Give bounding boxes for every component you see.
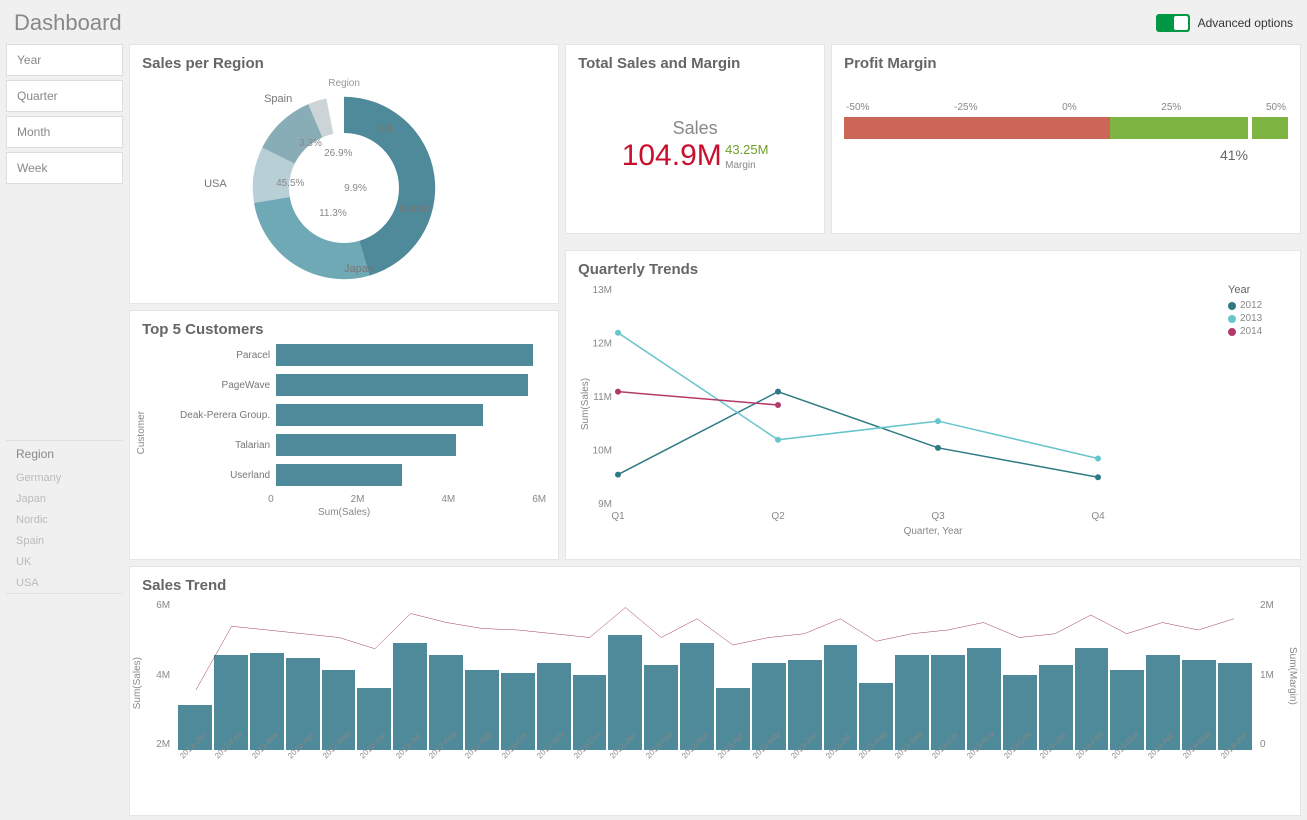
- region-filter-title: Region: [6, 441, 123, 467]
- page-title: Dashboard: [14, 10, 122, 36]
- svg-text:Q1: Q1: [611, 511, 625, 522]
- filter-year[interactable]: Year: [6, 44, 123, 76]
- card-title: Sales Trend: [142, 577, 1288, 594]
- x-tick: 6M: [532, 494, 546, 505]
- region-item[interactable]: Germany: [6, 467, 123, 488]
- filter-month[interactable]: Month: [6, 116, 123, 148]
- filter-week[interactable]: Week: [6, 152, 123, 184]
- svg-text:Sum(Sales): Sum(Sales): [580, 378, 591, 430]
- x-tick: 0: [268, 494, 274, 505]
- region-item[interactable]: Japan: [6, 488, 123, 509]
- gauge-chart[interactable]: -50% -25% 0% 25% 50% 41%: [844, 102, 1288, 163]
- hbar-chart[interactable]: Paracel PageWave Deak-Perera Group. Tala…: [142, 344, 546, 486]
- hbar[interactable]: [276, 374, 528, 396]
- hbar[interactable]: [276, 404, 483, 426]
- y-tick: 2M: [156, 739, 170, 750]
- donut-legend-title: Region: [142, 78, 546, 89]
- svg-text:11M: 11M: [593, 392, 612, 403]
- legend-item[interactable]: 2012: [1228, 300, 1288, 311]
- y-axis-label: Customer: [136, 411, 147, 454]
- donut-slice-pct: 45.5%: [276, 178, 304, 189]
- donut-chart[interactable]: USA45.5%UK26.9%Nordic9.9%Japan11.3%Spain…: [249, 93, 439, 283]
- y2-tick: 2M: [1260, 600, 1288, 611]
- card-quarterly-trends: Quarterly Trends 9M 10M 11M 12M 13M Q1 Q2 Q3 Q4 S…: [565, 250, 1301, 560]
- y2-axis-label: Sum(Margin): [1287, 647, 1298, 705]
- gauge-tick: 25%: [1161, 102, 1181, 113]
- legend-item[interactable]: 2013: [1228, 313, 1288, 324]
- donut-slice-pct: 26.9%: [324, 148, 352, 159]
- donut-slice-label: USA: [204, 178, 227, 190]
- donut-slice-label: Japan: [344, 263, 374, 275]
- donut-slice-label: UK: [379, 123, 394, 135]
- y2-tick: 0: [1260, 739, 1288, 750]
- svg-text:12M: 12M: [593, 339, 612, 350]
- filter-quarter[interactable]: Quarter: [6, 80, 123, 112]
- hbar[interactable]: [276, 434, 456, 456]
- svg-text:Q2: Q2: [771, 511, 785, 522]
- region-item[interactable]: USA: [6, 572, 123, 593]
- advanced-options-label: Advanced options: [1198, 16, 1293, 30]
- gauge-tick: -50%: [846, 102, 869, 113]
- gauge-value: 41%: [844, 147, 1288, 163]
- card-profit-margin: Profit Margin -50% -25% 0% 25% 50% 41%: [831, 44, 1301, 234]
- trend-bar[interactable]: [608, 635, 642, 750]
- donut-slice-pct: 11.3%: [319, 208, 347, 219]
- kpi-sales-label: Sales: [578, 118, 812, 139]
- gauge-tick: 0%: [1062, 102, 1076, 113]
- trend-bar[interactable]: [824, 645, 858, 750]
- kpi-sales-value: 104.9M: [622, 139, 722, 173]
- region-filter-panel: Region GermanyJapanNordicSpainUKUSA: [6, 440, 123, 594]
- hbar-label: Deak-Perera Group.: [156, 410, 276, 421]
- hbar[interactable]: [276, 344, 533, 366]
- svg-text:Q4: Q4: [1091, 511, 1105, 522]
- donut-slice-pct: 9.9%: [344, 183, 367, 194]
- svg-text:13M: 13M: [593, 285, 612, 296]
- donut-slice-pct: 3.3%: [299, 138, 322, 149]
- card-title: Total Sales and Margin: [578, 55, 812, 72]
- line-chart[interactable]: 9M 10M 11M 12M 13M Q1 Q2 Q3 Q4 Sum(Sales): [578, 284, 1108, 524]
- card-sales-trend: Sales Trend 6M4M2M 2012-Jan2012-Feb2012-…: [129, 566, 1301, 816]
- card-title: Top 5 Customers: [142, 321, 546, 338]
- sales-trend-chart[interactable]: [174, 600, 1256, 750]
- donut-slice-label: Spain: [264, 93, 292, 105]
- legend-title: Year: [1228, 284, 1288, 296]
- x-axis-label: Sum(Sales): [142, 507, 546, 518]
- trend-bar[interactable]: [393, 643, 427, 751]
- gauge-tick: 50%: [1266, 102, 1286, 113]
- card-total-sales-margin: Total Sales and Margin Sales 104.9M 43.2…: [565, 44, 825, 234]
- y-tick: 6M: [156, 600, 170, 611]
- card-sales-per-region: Sales per Region Region USA 45.5% UK 26.9% N…: [129, 44, 559, 304]
- y-tick: 4M: [156, 670, 170, 681]
- svg-text:9M: 9M: [598, 499, 612, 510]
- region-item[interactable]: Spain: [6, 530, 123, 551]
- card-title: Quarterly Trends: [578, 261, 1288, 278]
- y2-tick: 1M: [1260, 670, 1288, 681]
- hbar-label: Userland: [156, 470, 276, 481]
- legend-item[interactable]: 2014: [1228, 326, 1288, 337]
- x-tick: 2M: [351, 494, 365, 505]
- x-tick: 4M: [441, 494, 455, 505]
- hbar-label: Talarian: [156, 440, 276, 451]
- donut-slice-label: Nordic: [399, 203, 431, 215]
- y-axis-label: Sum(Sales): [132, 657, 143, 709]
- hbar-label: PageWave: [156, 380, 276, 391]
- card-top5-customers: Top 5 Customers Customer Paracel PageWav…: [129, 310, 559, 560]
- card-title: Sales per Region: [142, 55, 546, 72]
- region-item[interactable]: UK: [6, 551, 123, 572]
- card-title: Profit Margin: [844, 55, 1288, 72]
- svg-text:10M: 10M: [593, 446, 612, 457]
- x-axis-label: Quarter, Year: [578, 526, 1288, 537]
- hbar[interactable]: [276, 464, 402, 486]
- gauge-tick: -25%: [954, 102, 977, 113]
- region-item[interactable]: Nordic: [6, 509, 123, 530]
- kpi-margin: 43.25MMargin: [725, 143, 768, 172]
- hbar-label: Paracel: [156, 350, 276, 361]
- svg-text:Q3: Q3: [931, 511, 945, 522]
- advanced-options-toggle[interactable]: [1156, 14, 1190, 32]
